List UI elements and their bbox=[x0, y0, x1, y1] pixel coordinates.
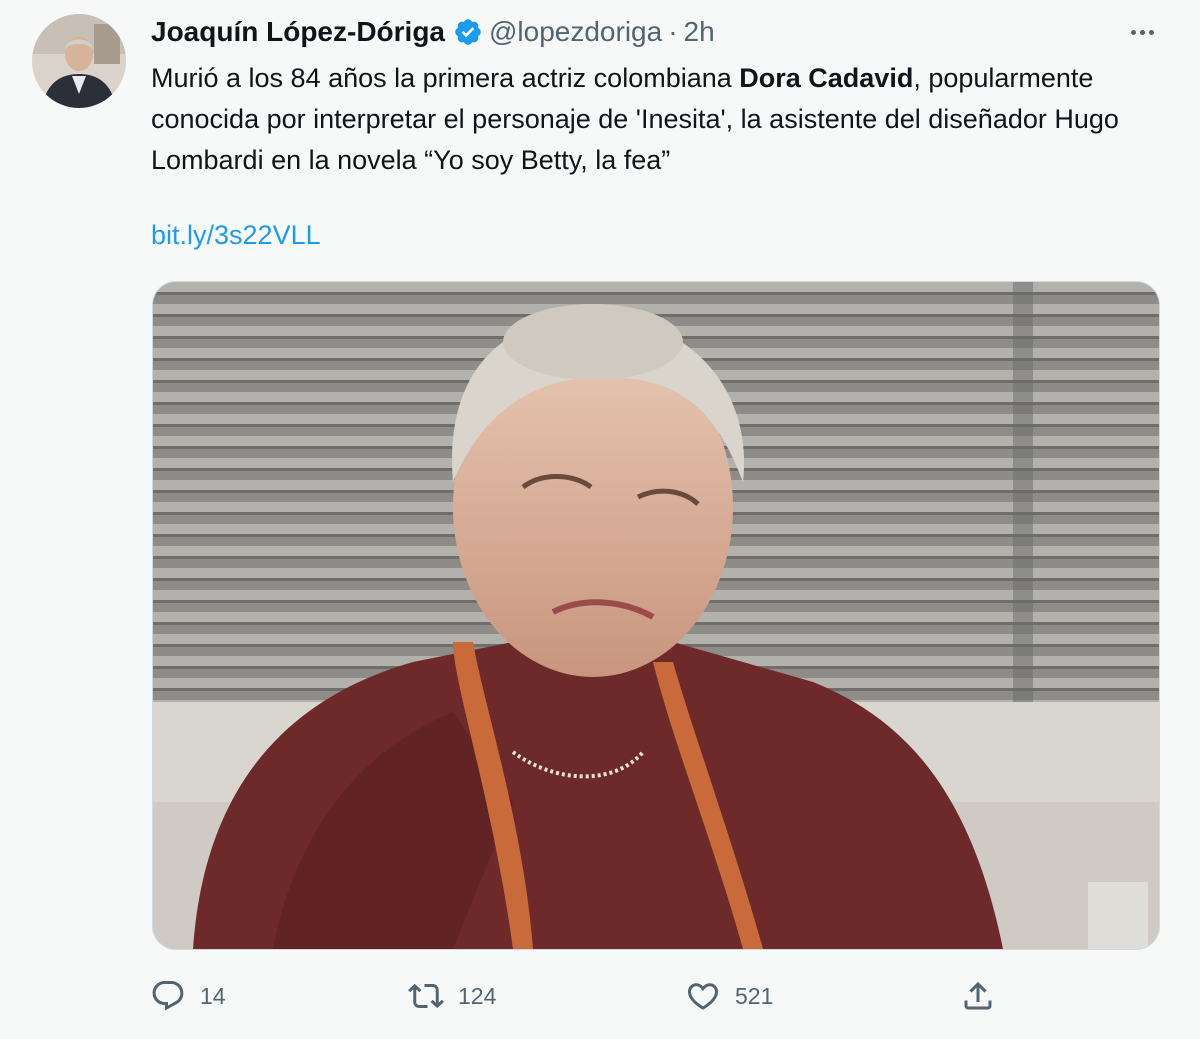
like-button[interactable]: 521 bbox=[685, 970, 773, 1022]
more-options-icon[interactable] bbox=[1122, 18, 1162, 46]
share-icon bbox=[964, 981, 992, 1010]
handle[interactable]: @lopezdoriga bbox=[489, 16, 662, 48]
tweet-text: Murió a los 84 años la primera actriz co… bbox=[151, 58, 1171, 181]
tweet-link[interactable]: bit.ly/3s22VLL bbox=[151, 216, 321, 254]
like-icon bbox=[687, 983, 719, 1010]
tweet-header: Joaquín López-Dóriga @lopezdoriga · 2h bbox=[151, 12, 715, 52]
retweet-icon bbox=[408, 983, 444, 1009]
tweet-media-image[interactable] bbox=[152, 281, 1160, 950]
separator: · bbox=[668, 16, 678, 47]
verified-badge-icon bbox=[453, 17, 483, 47]
reply-count: 14 bbox=[200, 982, 226, 1009]
tweet-text-bold: Dora Cadavid bbox=[739, 63, 914, 93]
like-count: 521 bbox=[735, 982, 774, 1009]
tweet-actions: 14 124 521 bbox=[0, 970, 1200, 1022]
display-name[interactable]: Joaquín López-Dóriga bbox=[151, 16, 445, 48]
tweet-text-part1: Murió a los 84 años la primera actriz co… bbox=[151, 63, 740, 93]
reply-button[interactable]: 14 bbox=[150, 970, 226, 1022]
timestamp[interactable]: 2h bbox=[684, 16, 715, 48]
tweet[interactable]: Joaquín López-Dóriga @lopezdoriga · 2h M… bbox=[0, 0, 1200, 1039]
avatar[interactable] bbox=[32, 14, 126, 108]
reply-icon bbox=[152, 981, 184, 1011]
share-button[interactable] bbox=[960, 970, 996, 1022]
retweet-button[interactable]: 124 bbox=[408, 970, 496, 1022]
retweet-count: 124 bbox=[458, 982, 497, 1009]
